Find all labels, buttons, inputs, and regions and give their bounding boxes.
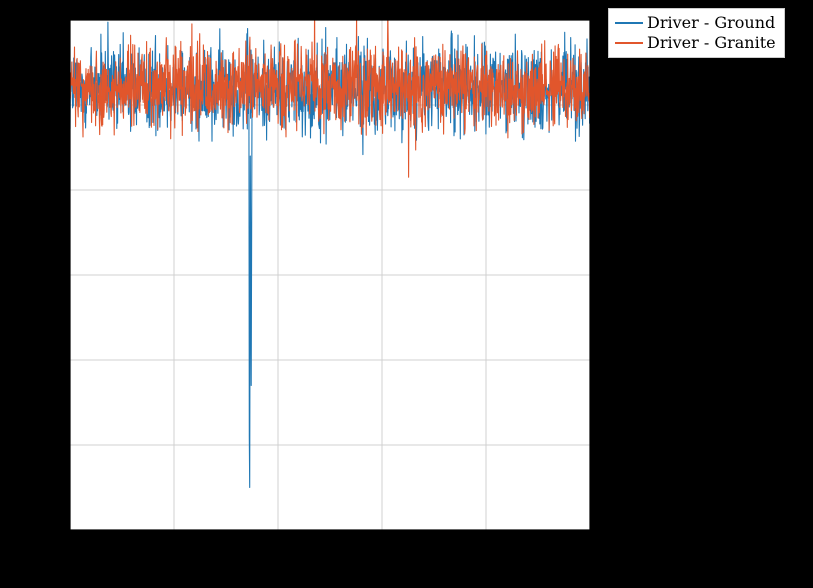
chart-legend: Driver - Ground Driver - Granite <box>608 8 785 58</box>
legend-swatch-icon <box>615 22 643 24</box>
legend-item: Driver - Ground <box>615 13 776 33</box>
legend-item: Driver - Granite <box>615 33 776 53</box>
legend-swatch-icon <box>615 42 643 44</box>
legend-label: Driver - Ground <box>647 13 775 33</box>
line-chart <box>0 0 813 588</box>
legend-label: Driver - Granite <box>647 33 776 53</box>
